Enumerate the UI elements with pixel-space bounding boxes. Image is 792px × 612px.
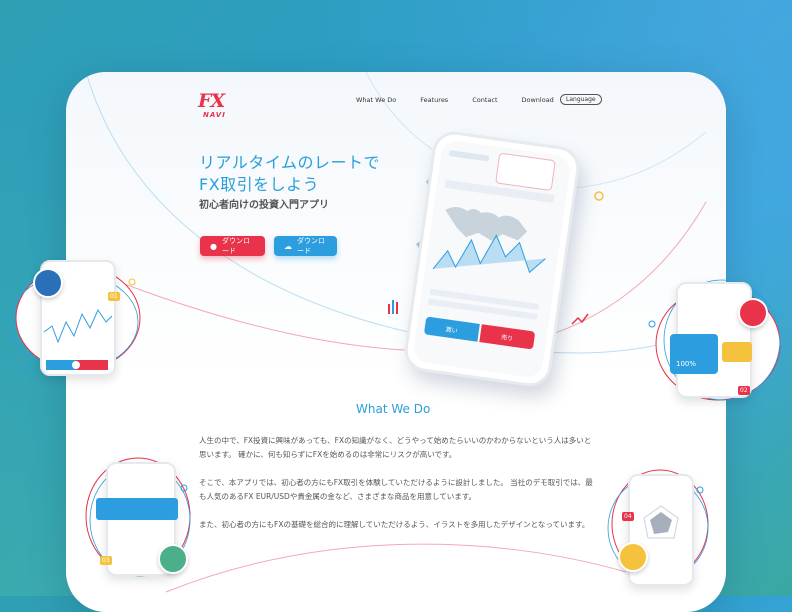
nav-item-what-we-do[interactable]: What We Do xyxy=(356,96,396,104)
ios-download-button[interactable]: ● ダウンロード xyxy=(200,236,265,256)
logo-fx-text: FX xyxy=(198,90,225,112)
badge-01: 01 xyxy=(108,292,120,301)
nav-item-download[interactable]: Download xyxy=(522,96,554,104)
paragraph-1: 人生の中で、FX投資に興味があっても、FXの知識がなく、どうやって始めたらいいの… xyxy=(199,436,592,459)
hero-subtitle: 初心者向けの投資入門アプリ xyxy=(199,200,329,211)
wallet-card: 100% xyxy=(670,334,718,374)
badge-04: 04 xyxy=(622,512,634,521)
android-download-label: ダウンロード xyxy=(297,237,325,255)
paragraph-2: そこで、本アプリでは、初心者の方にもFX取引を体験していただけるように設計しまし… xyxy=(199,478,593,501)
avatar-lion xyxy=(618,542,648,572)
main-nav: What We Do Features Contact Download xyxy=(356,96,578,104)
nav-item-contact[interactable]: Contact xyxy=(472,96,497,104)
avatar-glasses-man xyxy=(738,298,768,328)
gold-card xyxy=(722,342,752,362)
badge-03: 03 xyxy=(100,556,112,565)
android-download-button[interactable]: ☁ ダウンロード xyxy=(274,236,337,256)
fx-navi-logo[interactable]: FX NAVI xyxy=(198,90,238,124)
badge-02: 02 xyxy=(738,386,750,395)
logo-navi-text: NAVI xyxy=(203,111,226,119)
hero-title: リアルタイムのレートで FX取引をしよう xyxy=(199,152,380,196)
bar-chart-icon xyxy=(388,300,398,314)
language-button[interactable]: Language xyxy=(560,94,602,105)
avatar-woman xyxy=(158,544,188,574)
hero-title-line2: FX取引をしよう xyxy=(199,175,320,194)
list-highlight-card xyxy=(96,498,178,520)
apple-icon: ● xyxy=(210,241,217,251)
ios-download-label: ダウンロード xyxy=(221,237,250,255)
coin-icon xyxy=(594,191,604,201)
phone-screen: 買い 売り xyxy=(412,139,572,379)
paragraph-3: また、初心者の方にもFXの基礎を総合的に理解していただけるよう、イラストを多用し… xyxy=(199,520,590,529)
cloud-icon: ☁ xyxy=(284,241,292,251)
nav-item-features[interactable]: Features xyxy=(420,96,448,104)
avatar-man-blue xyxy=(33,268,63,298)
what-we-do-heading: What We Do xyxy=(356,402,431,416)
hero-title-line1: リアルタイムのレートで xyxy=(199,153,381,172)
